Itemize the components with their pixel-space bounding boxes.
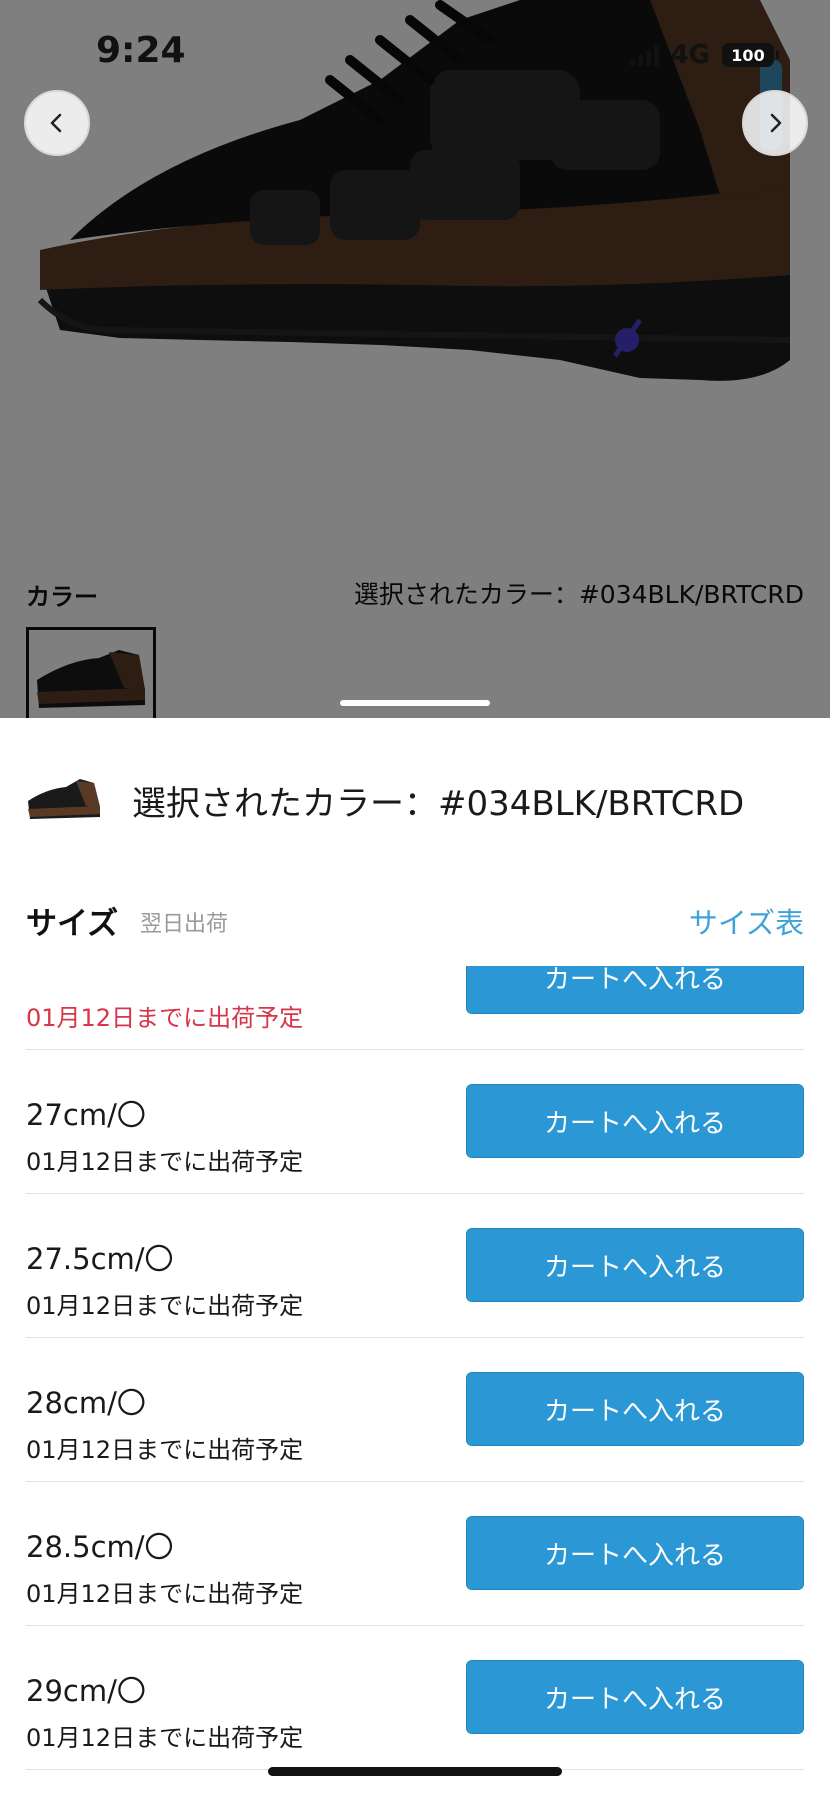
size-value: 28.5cm/〇 — [26, 1530, 174, 1564]
gallery-prev-button[interactable] — [24, 90, 90, 156]
size-row: 28.5cm/〇 01月12日までに出荷予定 カートへ入れる — [26, 1482, 804, 1626]
add-to-cart-button[interactable]: カートへ入れる — [466, 1660, 804, 1734]
sheet-selected-color: 選択されたカラー：#034BLK/BRTCRD — [132, 784, 745, 824]
sheet-header: 選択されたカラー：#034BLK/BRTCRD — [0, 718, 830, 878]
size-value: 29cm/〇 — [26, 1674, 146, 1708]
status-icons: 4G 100 — [629, 40, 779, 70]
size-value: 28cm/〇 — [26, 1386, 146, 1420]
add-to-cart-button[interactable]: カートへ入れる — [466, 1228, 804, 1302]
gallery-next-button[interactable] — [742, 90, 808, 156]
add-to-cart-button[interactable]: カートへ入れる — [466, 1516, 804, 1590]
status-bar: 9:24 4G 100 — [0, 0, 830, 110]
size-row: 27.5cm/〇 01月12日までに出荷予定 カートへ入れる — [26, 1194, 804, 1338]
add-to-cart-button[interactable]: カートへ入れる — [466, 1084, 804, 1158]
shipping-date: 01月12日までに出荷予定 — [26, 1292, 304, 1320]
shipping-date: 01月12日までに出荷予定 — [26, 1436, 304, 1464]
add-to-cart-button[interactable]: カートへ入れる — [466, 1372, 804, 1446]
home-indicator[interactable] — [268, 1767, 562, 1776]
sneaker-thumbnail — [28, 779, 100, 819]
shipping-date: 01月12日までに出荷予定 — [26, 1148, 304, 1176]
shipping-date: 01月12日までに出荷予定 — [26, 1004, 304, 1032]
status-time: 9:24 — [96, 30, 186, 71]
chevron-left-icon — [50, 113, 62, 133]
chevron-right-icon — [770, 113, 782, 133]
size-list[interactable]: 01月12日までに出荷予定 カートへ入れる 27cm/〇 01月12日までに出荷… — [0, 966, 830, 1796]
size-row: 29cm/〇 01月12日までに出荷予定 カートへ入れる — [26, 1626, 804, 1770]
product-page-background: カラー 選択されたカラー：#034BLK/BRTCRD 9:24 4G 100 — [0, 0, 830, 718]
size-chart-link[interactable]: サイズ表 — [689, 900, 804, 942]
signal-icon — [629, 44, 659, 66]
add-to-cart-button[interactable]: カートへ入れる — [466, 966, 804, 1014]
network-type: 4G — [670, 40, 710, 70]
size-row: 28cm/〇 01月12日までに出荷予定 カートへ入れる — [26, 1338, 804, 1482]
size-value: 27cm/〇 — [26, 1098, 146, 1132]
size-row: 01月12日までに出荷予定 カートへ入れる — [26, 966, 804, 1050]
size-selection-sheet: 選択されたカラー：#034BLK/BRTCRD サイズ 翌日出荷 サイズ表 01… — [0, 718, 830, 1796]
battery-icon: 100 — [722, 43, 779, 67]
shipping-date: 01月12日までに出荷予定 — [26, 1724, 304, 1752]
size-subtitle: 翌日出荷 — [140, 912, 229, 937]
size-title: サイズ — [26, 906, 119, 942]
size-value: 27.5cm/〇 — [26, 1242, 174, 1276]
size-row: 27cm/〇 01月12日までに出荷予定 カートへ入れる — [26, 1050, 804, 1194]
sheet-grabber[interactable] — [340, 700, 490, 706]
shipping-date: 01月12日までに出荷予定 — [26, 1580, 304, 1608]
